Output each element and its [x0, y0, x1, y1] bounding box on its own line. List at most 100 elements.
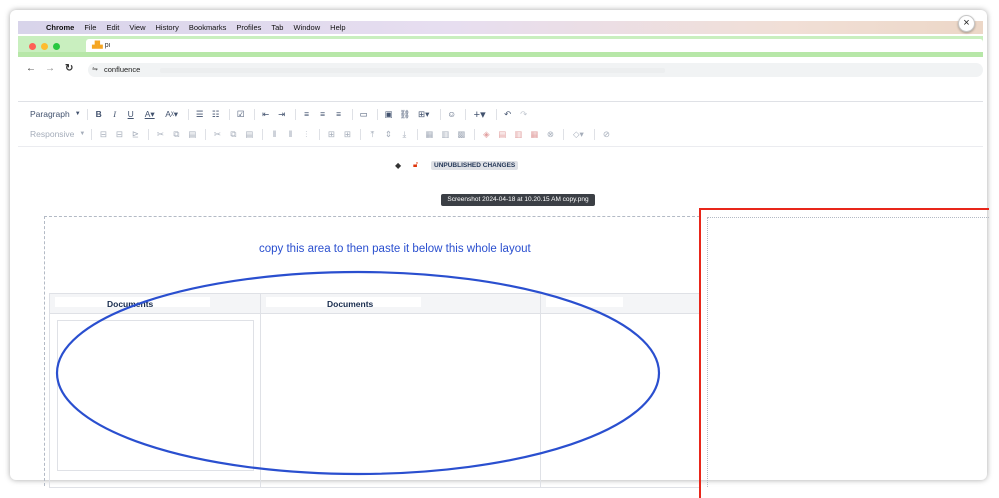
- cut-icon[interactable]: ✂: [153, 126, 167, 142]
- reload-icon[interactable]: ↻: [65, 63, 73, 74]
- responsive-dropdown[interactable]: Responsive ▼: [18, 126, 85, 142]
- insert-plus-icon[interactable]: +▾: [470, 106, 490, 122]
- table-cell[interactable]: [540, 314, 700, 488]
- delete-table-icon[interactable]: ▦: [527, 126, 541, 142]
- underline-icon[interactable]: U: [124, 106, 138, 122]
- align-right-icon[interactable]: ≡: [332, 106, 346, 122]
- close-icon[interactable]: ×: [958, 15, 975, 32]
- menu-file[interactable]: File: [84, 23, 96, 32]
- copy-icon[interactable]: ⧉: [169, 126, 183, 142]
- table-cell[interactable]: [49, 314, 261, 488]
- hide-borders-icon[interactable]: ⊘: [599, 126, 613, 142]
- embedded-content-box[interactable]: [57, 320, 254, 471]
- link-icon[interactable]: ⛓: [398, 106, 412, 122]
- insert-column-left-icon[interactable]: ⫴: [267, 126, 281, 142]
- instruction-text: copy this area to then paste it below th…: [259, 243, 531, 255]
- forward-arrow-icon[interactable]: →: [45, 63, 55, 74]
- menu-help[interactable]: Help: [330, 23, 345, 32]
- header-column-icon[interactable]: ⊟: [112, 126, 126, 142]
- label-tag-icon[interactable]: ◆: [395, 161, 405, 170]
- menu-profiles[interactable]: Profiles: [236, 23, 261, 32]
- table-header-label: Documents: [327, 299, 374, 309]
- site-settings-icon[interactable]: ⇋: [92, 63, 98, 77]
- address-bar-text: confluence: [104, 65, 141, 74]
- redo-icon[interactable]: ↷: [517, 106, 531, 122]
- table-options-icon[interactable]: ⊗: [543, 126, 557, 142]
- paste-icon[interactable]: ▤: [185, 126, 199, 142]
- split-cells-icon[interactable]: ⊞: [340, 126, 354, 142]
- undo-icon[interactable]: ↶: [501, 106, 515, 122]
- row-table-icon[interactable]: ▦: [422, 126, 436, 142]
- align-bottom-icon[interactable]: ⤓: [397, 126, 411, 142]
- table-header-cell[interactable]: [540, 293, 700, 314]
- delete-column-icon[interactable]: ⫶: [299, 126, 313, 142]
- highlight-column-icon[interactable]: ▥: [511, 126, 525, 142]
- bold-icon[interactable]: B: [92, 106, 106, 122]
- toolbar-separator: [563, 128, 565, 140]
- toolbar-separator: [351, 108, 353, 120]
- maximize-window-button[interactable]: [53, 43, 60, 50]
- toolbar-separator: [360, 128, 362, 140]
- insert-column-right-icon[interactable]: ⫴: [283, 126, 297, 142]
- image-icon[interactable]: ▣: [382, 106, 396, 122]
- align-top-icon[interactable]: ⤒: [365, 126, 379, 142]
- text-color-icon[interactable]: A▾: [140, 106, 160, 122]
- toolbar-separator: [148, 128, 150, 140]
- italic-icon[interactable]: I: [108, 106, 122, 122]
- toolbar-separator: [86, 108, 88, 120]
- cut-row-icon[interactable]: ✂: [210, 126, 224, 142]
- highlight-row-icon[interactable]: ▤: [495, 126, 509, 142]
- divider: [18, 101, 983, 102]
- menu-history[interactable]: History: [156, 23, 179, 32]
- menu-view[interactable]: View: [129, 23, 145, 32]
- paste-row-icon[interactable]: ▤: [242, 126, 256, 142]
- merge-cells-icon[interactable]: ⊞: [324, 126, 338, 142]
- close-window-button[interactable]: [29, 43, 36, 50]
- header-row-icon[interactable]: ⊟: [96, 126, 110, 142]
- layout-icon[interactable]: ▭: [357, 106, 371, 122]
- table-cell[interactable]: [260, 314, 541, 488]
- outdent-icon[interactable]: ⇤: [259, 106, 273, 122]
- toolbar-separator: [253, 108, 255, 120]
- table-header-cell[interactable]: Documents: [49, 293, 261, 314]
- cell-background-icon[interactable]: ◇▾: [568, 126, 588, 142]
- table-icon[interactable]: ⊞▾: [414, 106, 434, 122]
- bullet-list-icon[interactable]: ☰: [193, 106, 207, 122]
- table-properties-icon[interactable]: ▩: [454, 126, 468, 142]
- numbered-rows-icon[interactable]: ⊵: [128, 126, 142, 142]
- table-header-cell[interactable]: Documents: [260, 293, 541, 314]
- menu-bookmarks[interactable]: Bookmarks: [189, 23, 227, 32]
- align-middle-icon[interactable]: ⇕: [381, 126, 395, 142]
- toolbar-separator: [417, 128, 419, 140]
- column-table-icon[interactable]: ▥: [438, 126, 452, 142]
- align-left-icon[interactable]: ≡: [300, 106, 314, 122]
- menu-bar: Chrome File Edit View History Bookmarks …: [18, 21, 983, 34]
- highlighted-panel-dropzone[interactable]: [707, 217, 989, 487]
- align-center-icon[interactable]: ≡: [316, 106, 330, 122]
- paragraph-style-dropdown[interactable]: Paragraph ▼: [18, 106, 81, 122]
- address-bar[interactable]: ⇋ confluence: [88, 63, 983, 77]
- more-formatting-icon[interactable]: Aᵡ▾: [162, 106, 182, 122]
- minimize-window-button[interactable]: [41, 43, 48, 50]
- task-checkbox-icon[interactable]: ☑: [234, 106, 248, 122]
- toolbar-separator: [376, 108, 378, 120]
- emoji-icon[interactable]: ☺: [445, 106, 459, 122]
- menu-edit[interactable]: Edit: [106, 23, 119, 32]
- editor-toolbar-table: Responsive ▼ ⊟ ⊟ ⊵ ✂ ⧉ ▤ ✂ ⧉ ▤ ⫴ ⫴ ⫶ ⊞ ⊞ …: [18, 126, 615, 142]
- toolbar-separator: [319, 128, 321, 140]
- restrictions-lock-icon[interactable]: 🔓︎: [413, 160, 423, 170]
- page-status: ◆ 🔓︎ UNPUBLISHED CHANGES: [395, 159, 519, 171]
- indent-icon[interactable]: ⇥: [275, 106, 289, 122]
- copy-row-icon[interactable]: ⧉: [226, 126, 240, 142]
- highlight-cell-icon[interactable]: ◈: [479, 126, 493, 142]
- toolbar-separator: [228, 108, 230, 120]
- menu-tab[interactable]: Tab: [271, 23, 283, 32]
- toolbar-separator: [474, 128, 476, 140]
- menu-window[interactable]: Window: [293, 23, 320, 32]
- numbered-list-icon[interactable]: ☷: [209, 106, 223, 122]
- paragraph-style-label: Paragraph: [30, 109, 70, 119]
- browser-tab[interactable]: ▟▙ pı: [86, 39, 983, 52]
- back-arrow-icon[interactable]: ←: [26, 63, 36, 74]
- menu-chrome[interactable]: Chrome: [46, 23, 74, 32]
- tab-title: pı: [104, 42, 111, 49]
